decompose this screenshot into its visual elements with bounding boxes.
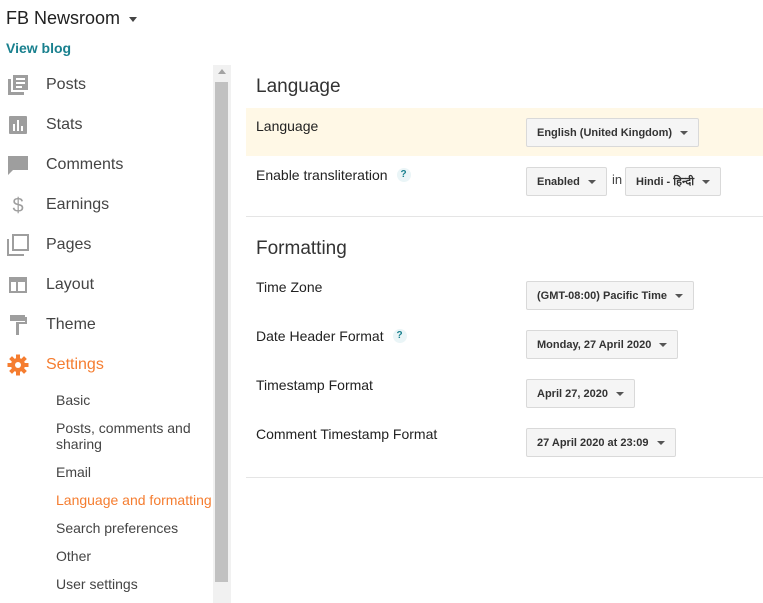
settings-sub-search-preferences[interactable]: Search preferences bbox=[56, 520, 216, 536]
sidebar-item-theme[interactable]: Theme bbox=[0, 305, 212, 345]
sidebar-item-label: Settings bbox=[46, 356, 104, 373]
dropdown-arrow-icon bbox=[702, 180, 711, 184]
dollar-icon: $ bbox=[7, 194, 29, 216]
posts-icon bbox=[7, 74, 29, 96]
gear-icon bbox=[7, 354, 29, 376]
timezone-select[interactable]: (GMT-08:00) Pacific Time bbox=[526, 281, 695, 310]
transliteration-language-select[interactable]: Hindi - हिन्दी bbox=[625, 167, 722, 196]
comments-icon bbox=[7, 154, 29, 176]
sidebar-item-label: Pages bbox=[46, 236, 92, 253]
transliteration-row: Enable transliteration ? Enabled in Hind… bbox=[246, 157, 763, 205]
scrollbar-thumb[interactable] bbox=[215, 82, 228, 582]
blog-switcher[interactable]: FB Newsroom bbox=[6, 8, 138, 29]
sidebar-item-label: Earnings bbox=[46, 196, 110, 213]
comment-timestamp-row: Comment Timestamp Format 27 April 2020 a… bbox=[246, 416, 763, 464]
dropdown-arrow-icon bbox=[675, 294, 684, 298]
sidebar-item-label: Posts bbox=[46, 76, 87, 93]
settings-sub-posts-comments-sharing[interactable]: Posts, comments and sharing bbox=[56, 420, 216, 452]
sidebar-item-earnings[interactable]: $ Earnings bbox=[0, 185, 212, 225]
scroll-up-icon[interactable] bbox=[218, 69, 226, 74]
pages-icon bbox=[7, 234, 29, 256]
date-header-row: Date Header Format ? Monday, 27 April 20… bbox=[246, 318, 763, 366]
sidebar-item-label: Layout bbox=[46, 276, 95, 293]
stats-icon bbox=[7, 114, 29, 136]
layout-icon bbox=[7, 274, 29, 296]
sidebar-item-comments[interactable]: Comments bbox=[0, 145, 212, 185]
dropdown-arrow-icon bbox=[656, 441, 665, 445]
settings-sub-user-settings[interactable]: User settings bbox=[56, 576, 216, 592]
timestamp-label: Timestamp Format bbox=[256, 377, 373, 393]
formatting-section-title: Formatting bbox=[256, 238, 347, 259]
settings-sub-other[interactable]: Other bbox=[56, 548, 216, 564]
sidebar-item-posts[interactable]: Posts bbox=[0, 65, 212, 105]
timestamp-row: Timestamp Format April 27, 2020 bbox=[246, 367, 763, 415]
language-section-title: Language bbox=[256, 76, 341, 97]
language-row: Language English (United Kingdom) bbox=[246, 108, 763, 156]
dropdown-arrow-icon bbox=[680, 131, 689, 135]
comment-timestamp-label: Comment Timestamp Format bbox=[256, 426, 438, 442]
paint-roller-icon bbox=[7, 314, 29, 336]
sidebar-item-label: Comments bbox=[46, 156, 124, 173]
sidebar-item-label: Stats bbox=[46, 116, 83, 133]
sidebar-item-stats[interactable]: Stats bbox=[0, 105, 212, 145]
chevron-down-icon bbox=[129, 17, 138, 22]
sidebar-scrollbar[interactable] bbox=[213, 65, 231, 603]
transliteration-select[interactable]: Enabled bbox=[526, 167, 607, 196]
help-icon[interactable]: ? bbox=[396, 168, 411, 182]
sidebar-item-label: Theme bbox=[46, 316, 96, 333]
timezone-label: Time Zone bbox=[256, 279, 323, 295]
dropdown-arrow-icon bbox=[659, 343, 668, 347]
section-divider bbox=[246, 477, 763, 478]
svg-text:$: $ bbox=[12, 195, 23, 216]
sidebar-item-pages[interactable]: Pages bbox=[0, 225, 212, 265]
settings-sub-email[interactable]: Email bbox=[56, 464, 216, 480]
transliteration-label: Enable transliteration ? bbox=[256, 167, 411, 183]
language-select[interactable]: English (United Kingdom) bbox=[526, 118, 700, 147]
section-divider bbox=[246, 216, 763, 217]
sidebar-item-layout[interactable]: Layout bbox=[0, 265, 212, 305]
settings-sub-basic[interactable]: Basic bbox=[56, 392, 216, 408]
timestamp-select[interactable]: April 27, 2020 bbox=[526, 379, 635, 408]
language-label: Language bbox=[256, 118, 319, 134]
dropdown-arrow-icon bbox=[587, 180, 596, 184]
comment-timestamp-select[interactable]: 27 April 2020 at 23:09 bbox=[526, 428, 676, 457]
settings-sub-language-formatting[interactable]: Language and formatting bbox=[56, 492, 216, 508]
blog-title: FB Newsroom bbox=[6, 8, 121, 28]
date-header-select[interactable]: Monday, 27 April 2020 bbox=[526, 330, 679, 359]
sidebar: Posts Stats Comments $ Earnings Pages La… bbox=[0, 65, 231, 603]
timezone-row: Time Zone (GMT-08:00) Pacific Time bbox=[246, 269, 763, 317]
help-icon[interactable]: ? bbox=[392, 329, 407, 343]
in-label: in bbox=[612, 172, 623, 187]
sidebar-item-settings[interactable]: Settings bbox=[0, 345, 212, 385]
view-blog-link[interactable]: View blog bbox=[6, 40, 71, 56]
dropdown-arrow-icon bbox=[615, 392, 624, 396]
date-header-label: Date Header Format ? bbox=[256, 328, 407, 344]
